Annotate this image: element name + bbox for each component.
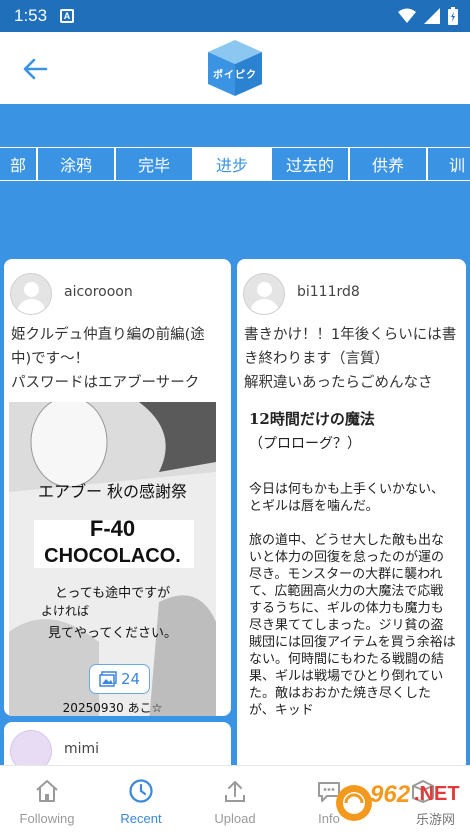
nav-label: Recent <box>120 811 162 826</box>
images-icon <box>99 671 117 687</box>
post-username[interactable]: bi111rd8 <box>297 284 360 300</box>
avatar[interactable] <box>10 273 52 315</box>
story-paragraph: 今日は何もかも上手くいかない、とギルは唇を噛んだ。 <box>249 482 445 514</box>
post-card[interactable]: mimi <box>4 722 231 765</box>
post-header: aicorooon <box>4 259 231 315</box>
category-tab[interactable]: 部 <box>0 148 38 180</box>
story-subtitle: （プロローグ？） <box>249 436 361 452</box>
nav-upload[interactable]: Upload <box>188 766 282 837</box>
post-username[interactable]: aicorooon <box>64 284 133 300</box>
post-header: bi111rd8 <box>237 259 466 315</box>
image-text-line: とっても途中ですが <box>54 586 171 601</box>
status-time: 1:53 <box>14 6 48 25</box>
upload-icon <box>225 781 245 802</box>
nav-label: Upload <box>214 811 256 826</box>
watermark-sub: 乐游网 <box>416 813 456 828</box>
logo-text: ポイピク <box>213 70 257 81</box>
post-image[interactable]: エアブー 秋の感謝祭 F-40 CHOCOLACO. とっても途中ですが よけれ… <box>9 402 216 716</box>
post-username[interactable]: mimi <box>64 741 99 757</box>
image-text-line: CHOCOLACO. <box>44 545 181 567</box>
app-header: ポイピク <box>0 32 470 104</box>
watermark-suffix: .NET <box>414 783 460 805</box>
story-paragraph: 旅の道中、どうせ大した敵も出ないと体力の回復を怠ったのが運の尽き。モンスターの大… <box>249 533 456 718</box>
category-tab[interactable]: 进步 <box>194 148 272 180</box>
category-tab[interactable]: 过去的 <box>272 148 350 180</box>
post-text-preview[interactable]: 12時間だけの魔法 （プロローグ？） 今日は何もかも上手くいかない、とギルは唇を… <box>237 402 466 765</box>
nav-label: Following <box>19 811 75 826</box>
battery-icon <box>448 7 458 25</box>
watermark-number: 962 <box>370 781 411 808</box>
post-header: mimi <box>4 722 231 765</box>
story-body: 12時間だけの魔法 （プロローグ？） 今日は何もかも上手くいかない、とギルは唇を… <box>249 402 456 719</box>
post-caption: 書きかけ！！1年後くらいには書き終わります（言質） 解釈違いあったらごめんなさ <box>244 327 457 391</box>
system-icons <box>398 7 458 25</box>
category-tabs: 部涂鸦 完毕 进步 过去的 供养训 <box>0 147 470 181</box>
arrow-left-icon <box>23 58 48 80</box>
story-title: 12時間だけの魔法 <box>249 410 375 428</box>
image-text-line: よければ <box>41 604 90 618</box>
signal-icon <box>424 8 440 24</box>
clock-icon <box>129 779 153 803</box>
wifi-icon <box>398 8 416 23</box>
nav-following[interactable]: Following <box>0 766 94 837</box>
feed: aicorooon 姫クルデュ仲直り編の前編(途中)です〜！ パスワードはエアブ… <box>0 250 470 765</box>
category-tab[interactable]: 训 <box>428 148 470 180</box>
nav-recent[interactable]: Recent <box>94 766 188 837</box>
category-tab[interactable]: 供养 <box>350 148 428 180</box>
post-card[interactable]: bi111rd8 書きかけ！！1年後くらいには書き終わります（言質） 解釈違いあ… <box>237 259 466 765</box>
status-bar: 1:53 A <box>0 0 470 32</box>
category-tab[interactable]: 涂鸦 <box>38 148 116 180</box>
back-button[interactable] <box>20 54 50 84</box>
image-text-line: 見てやってください。 <box>48 626 177 641</box>
notification-icon: A <box>60 9 74 23</box>
post-card[interactable]: aicorooon 姫クルデュ仲直り編の前編(途中)です〜！ パスワードはエアブ… <box>4 259 231 716</box>
image-text-line: F-40 <box>89 516 136 541</box>
home-icon <box>36 780 58 802</box>
image-count-badge[interactable]: 24 <box>89 664 150 694</box>
category-bar: 部涂鸦 完毕 进步 过去的 供养训 <box>0 104 470 250</box>
app-logo[interactable]: ポイピク <box>206 38 264 98</box>
post-caption: 姫クルデュ仲直り編の前編(途中)です〜！ パスワードはエアブーサーク <box>11 327 205 391</box>
avatar[interactable] <box>10 730 52 765</box>
image-count: 24 <box>120 670 141 688</box>
image-text-line: 20250930 あこ☆ <box>62 701 163 715</box>
category-tab[interactable]: 完毕 <box>116 148 194 180</box>
site-watermark: 962 .NET 乐游网 <box>330 775 466 831</box>
image-text-line: エアブー 秋の感謝祭 <box>37 482 188 501</box>
avatar[interactable] <box>243 273 285 315</box>
